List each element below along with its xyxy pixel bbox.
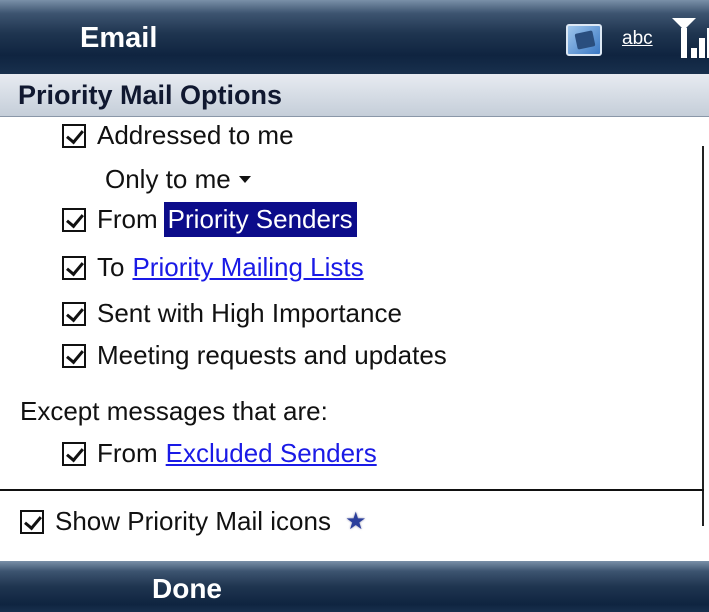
checkbox-from-excluded-senders[interactable]: [62, 441, 86, 466]
options-list: Addressed to me Only to me From Priority…: [0, 116, 709, 561]
app-switch-icon[interactable]: [566, 24, 602, 56]
option-meeting-requests[interactable]: Meeting requests and updates: [62, 340, 447, 371]
section-title: Priority Mail Options: [18, 80, 283, 110]
chevron-down-icon: [238, 176, 251, 183]
option-to-priority-lists[interactable]: To Priority Mailing Lists: [62, 252, 364, 283]
done-softkey[interactable]: Done: [152, 573, 222, 605]
priority-mailing-lists-link[interactable]: Priority Mailing Lists: [132, 252, 363, 283]
option-label: Addressed to me: [97, 120, 294, 150]
option-prefix: From: [97, 438, 158, 468]
input-mode-indicator[interactable]: abc: [622, 28, 653, 50]
signal-strength-icon: [672, 18, 709, 62]
divider: [0, 489, 704, 491]
checkbox-show-priority-icons[interactable]: [20, 509, 44, 534]
title-bar: Email abc: [0, 0, 709, 74]
only-to-me-dropdown[interactable]: Only to me: [105, 164, 251, 195]
option-label: Sent with High Importance: [97, 298, 402, 328]
section-header: Priority Mail Options: [0, 74, 709, 117]
option-addressed-to-me[interactable]: Addressed to me: [62, 120, 294, 151]
scrollbar[interactable]: [702, 146, 704, 526]
option-high-importance[interactable]: Sent with High Importance: [62, 298, 402, 329]
app-title: Email: [80, 22, 158, 54]
except-heading-text: Except messages that are:: [20, 396, 328, 426]
star-icon: ★: [344, 508, 367, 535]
except-heading: Except messages that are:: [20, 396, 328, 427]
option-show-priority-icons[interactable]: Show Priority Mail icons ★: [20, 506, 367, 537]
softkey-bar: Done: [0, 561, 709, 612]
excluded-senders-link[interactable]: Excluded Senders: [166, 438, 377, 469]
option-label: Meeting requests and updates: [97, 340, 447, 370]
option-prefix: To: [97, 252, 125, 282]
checkbox-high-importance[interactable]: [62, 301, 86, 326]
dropdown-value: Only to me: [105, 164, 231, 194]
checkbox-from-priority-senders[interactable]: [62, 207, 86, 232]
checkbox-meeting-requests[interactable]: [62, 343, 86, 368]
option-from-priority-senders[interactable]: From Priority Senders: [62, 202, 357, 237]
option-label: Show Priority Mail icons: [55, 506, 331, 536]
option-prefix: From: [97, 204, 158, 234]
option-from-excluded-senders[interactable]: From Excluded Senders: [62, 438, 377, 469]
checkbox-addressed-to-me[interactable]: [62, 123, 86, 148]
priority-senders-link[interactable]: Priority Senders: [163, 202, 357, 237]
checkbox-to-priority-lists[interactable]: [62, 255, 86, 280]
